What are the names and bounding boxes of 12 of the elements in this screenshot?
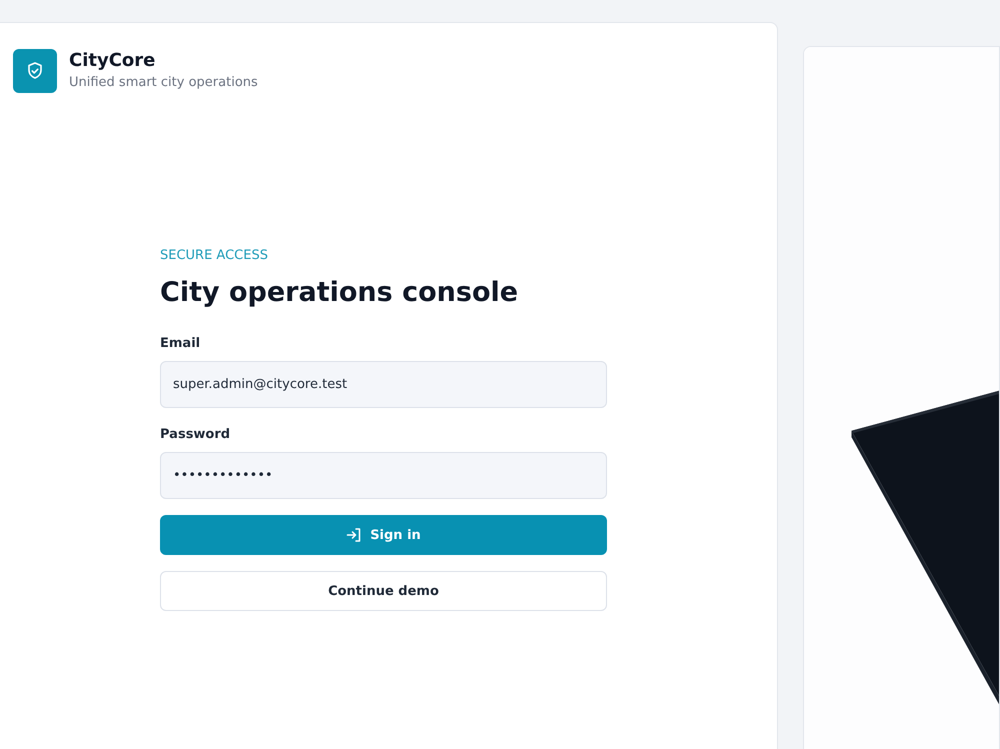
field-label: Password xyxy=(160,426,232,444)
password-field[interactable]: ••••••••••••• xyxy=(160,452,607,499)
page-heading: City operations console xyxy=(160,276,520,310)
email-field[interactable]: super.admin@citycore.test xyxy=(160,361,607,408)
field-label: Email xyxy=(160,335,202,353)
shield-check-icon xyxy=(13,49,57,93)
demo-button[interactable]: Continue demo xyxy=(160,571,607,611)
sign-in-icon xyxy=(346,527,362,543)
sign-in-button[interactable]: Sign in xyxy=(160,515,607,555)
brand-tagline: Unified smart city operations xyxy=(69,74,258,92)
brand-name: CityCore xyxy=(69,49,156,73)
eyebrow-label: SECURE ACCESS xyxy=(160,247,269,265)
